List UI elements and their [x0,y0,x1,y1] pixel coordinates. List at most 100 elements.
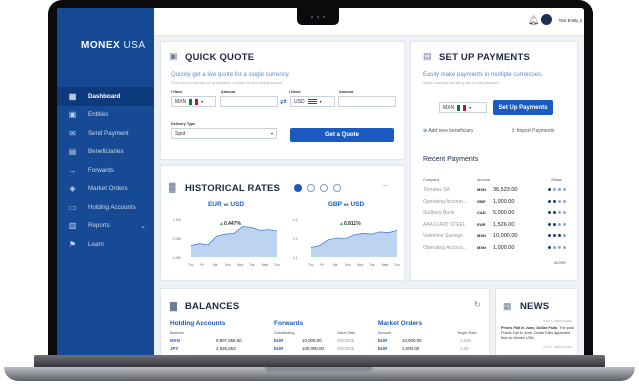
status-dot [548,211,551,214]
sidebar-item-dashboard[interactable]: ▦ Dashboard [57,87,154,106]
rate-chart[interactable]: EUR vs USD 1.100 1.095 1.090 Thu Fri Sat Sun Mon… [171,201,281,276]
chart-icon: ▓ [169,182,176,192]
status-indicator [548,211,566,214]
sidebar-item-send-payment[interactable]: ✉ Send Payment [57,124,154,143]
sidebar-item-holding-accounts[interactable]: ▭ Holding Accounts [57,198,154,217]
status-dot [558,199,561,203]
forwards-outstanding-header: Outstanding [274,331,295,335]
amount-label: Amount [221,90,236,94]
quick-quote-helper: From here you can buy, set up payments, … [171,81,283,85]
payment-amount: 1,000.00 [493,244,515,251]
status-dot [553,234,556,237]
x-tick-label: Wed [382,263,389,267]
chart-pager [294,184,341,192]
sidebar-item-entities[interactable]: ▣ Entities [57,106,154,125]
payment-currency: CAD [477,210,486,215]
sidebar-item-label: Forwards [88,166,114,174]
sidebar-nav: ▦ Dashboard ▣ Entities ✉ Send Payment ▤ Benefic… [57,87,154,254]
quick-quote-subtitle: Quickly get a live quote for a single cu… [171,72,290,78]
sidebar-item-forwards[interactable]: → Forwards [57,161,154,180]
sidebar-item-label: Send Payment [88,129,129,137]
status-dot [553,199,556,203]
holding-accounts-title[interactable]: Holding Accounts [170,320,225,327]
payments-icon: ▤ [423,51,432,61]
laptop-mockup: MONEX USA ▦ Dashboard ▣ Entities ✉ Send Payme… [0,0,639,390]
brand-logo[interactable]: MONEX USA [81,40,146,51]
have-amount-input[interactable] [220,96,278,107]
sidebar-item-beneficiaries[interactable]: ▤ Beneficiaries [57,143,154,162]
x-tick-label: Fri [200,263,204,267]
more-link[interactable]: MORE [554,260,566,265]
balance-cell: 100,000.00 [302,346,324,351]
payment-amount: 1,526.00 [493,221,515,228]
payment-company: AAA EURO STEEL [423,221,466,228]
x-tick-label: Tue [249,263,255,267]
balance-cell: EUR [274,338,284,343]
status-dot [553,245,556,249]
pager-dot[interactable] [333,184,341,192]
y-tick-label: 1.090 [173,256,181,260]
recent-payments-title: Recent Payments [423,156,479,163]
from-currency-select[interactable]: MXN ▾ [171,96,216,107]
laptop-base [0,355,639,385]
setup-payments-button[interactable]: Set Up Payments [493,100,553,115]
status-dot [548,188,551,191]
payment-company: Sudbury Bank [423,210,455,216]
balances-icon: ▇ [170,301,177,311]
delivery-type-select[interactable]: Spot ▾ [171,128,277,139]
add-beneficiary-link[interactable]: ⊕ Add new beneficiary [423,128,473,134]
x-tick-label: Thu [394,263,400,267]
user-avatar[interactable] [541,14,552,25]
y-tick-label: 1.095 [173,237,181,241]
forwards-title[interactable]: Forwards [274,320,303,327]
folder-icon: ▭ [68,202,77,212]
import-payments-link[interactable]: ↥ Import Payments [511,128,554,134]
pager-dot[interactable] [320,184,328,192]
to-currency-select[interactable]: USD ▾ [290,96,335,107]
balances-card: ▇ BALANCES ↻ Holding Accounts Balance MX… [160,288,490,358]
quick-quote-card: ▣ QUICK QUOTE Quickly get a live quote f… [160,41,405,160]
status-indicator [548,199,566,203]
status-dot [563,245,566,249]
chevron-down-icon[interactable]: ⌄ [140,222,146,230]
bell-icon[interactable]: 🔔︎ [528,15,539,26]
x-tick-label: Sun [345,263,351,267]
status-dot [563,199,566,203]
need-amount-input[interactable] [338,96,396,107]
calculator-icon: ▣ [169,51,178,61]
camera-notch [297,8,339,25]
swap-icon[interactable]: ⇄ [280,97,287,106]
status-indicator [548,245,566,249]
status-indicator [548,188,566,191]
news-item[interactable]: Prices Fall in June, Dollar Falls: The p… [501,326,575,341]
refresh-icon[interactable]: ↻ [474,300,481,309]
sidebar-item-reports[interactable]: ▥ Reports ⌄ [57,217,154,236]
payment-currency: GBP [477,198,486,204]
rate-change-badge: ▲0.447% [219,221,241,227]
payment-amount: 1,000.00 [493,198,515,205]
balance-cell: EUR [274,346,284,351]
more-menu-icon[interactable]: ... [383,181,389,188]
sidebar-item-label: Entities [88,111,109,119]
x-tick-label: Wed [262,263,269,267]
market-orders-title[interactable]: Market Orders [378,320,422,327]
y-tick-label: 1.1 [293,256,298,260]
x-tick-label: Mon [237,263,243,267]
setup-payments-subtitle: Easily make payments in multiple currenc… [423,72,543,78]
rate-chart[interactable]: GBP vs USD 1.3 1.2 1.1 Thu Fri Sat Sun Mon Tue Wed… [291,201,401,276]
sidebar-item-learn[interactable]: ⚑ Learn [57,235,154,254]
balance-cell: 1.08 [460,346,469,351]
payment-currency-select[interactable]: MXN ▾ [439,102,487,113]
pager-dot-active[interactable] [294,184,302,192]
news-title: NEWS [520,301,550,312]
user-name[interactable]: Test Entity 2 [559,18,582,23]
pager-dot[interactable] [307,184,315,192]
status-dot [558,234,561,237]
get-quote-button[interactable]: Get a Quote [290,128,394,142]
payment-currency: MXN [477,233,486,238]
sidebar-item-market-orders[interactable]: ◈ Market Orders [57,180,154,199]
y-tick-label: 1.2 [293,237,298,241]
mexico-flag-icon [189,98,199,105]
balance-cell: JPY [170,346,179,351]
payment-company: Operating Accoun... [423,244,467,251]
